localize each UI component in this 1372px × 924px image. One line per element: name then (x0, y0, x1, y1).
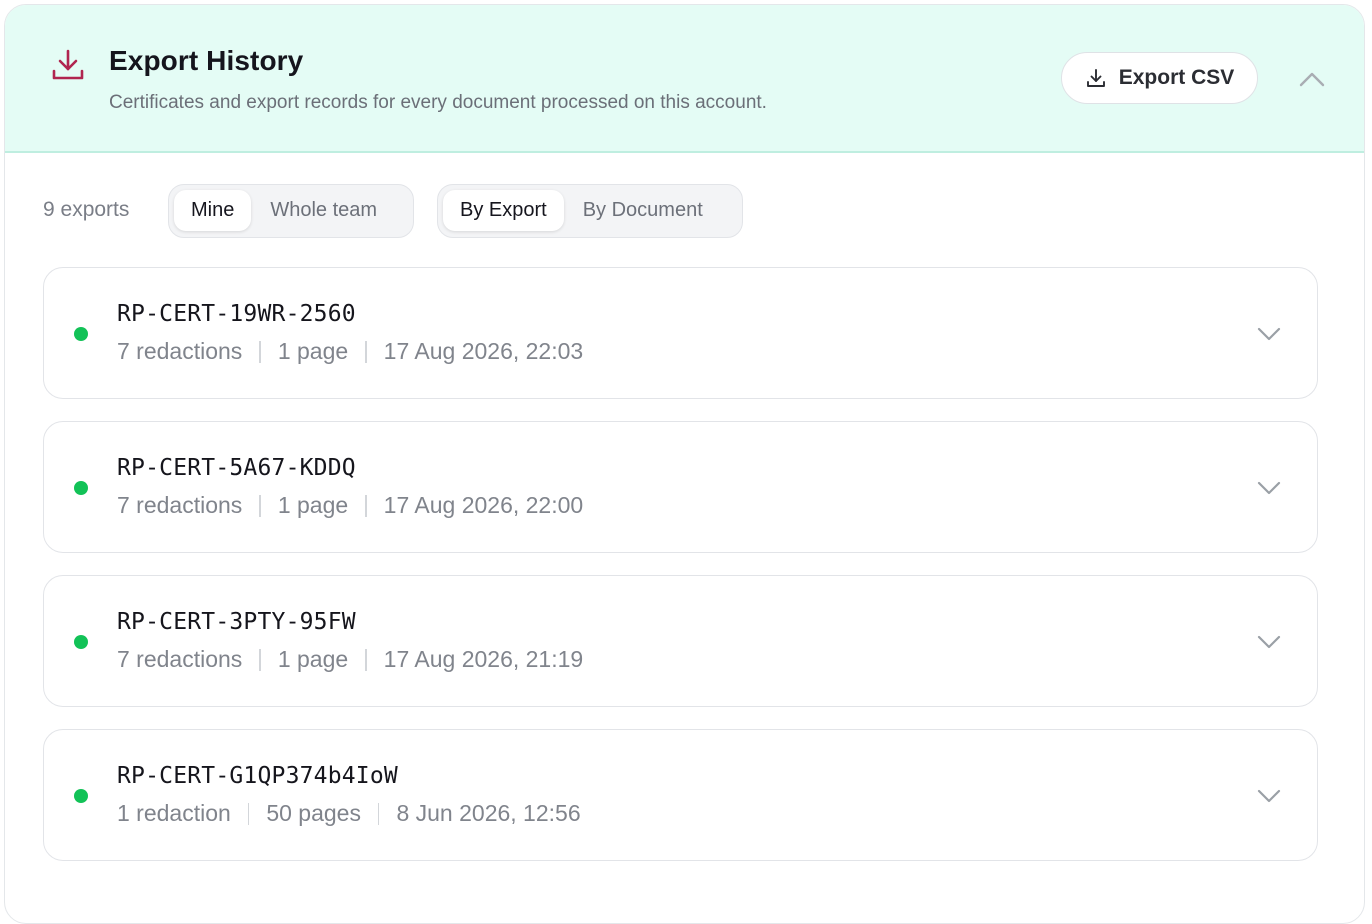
status-dot (74, 327, 88, 341)
download-icon (52, 49, 84, 80)
page-count: 1 page (277, 338, 349, 364)
page-title: Export History (109, 45, 304, 76)
export-count: 9 exports (43, 198, 130, 221)
view-filter: By Export By Document (437, 184, 743, 238)
export-timestamp: 17 Aug 2026, 22:03 (383, 338, 584, 364)
page-count: 1 page (277, 646, 349, 672)
export-row[interactable]: RP-CERT-3PTY-95FW 7 redactions 1 page 17… (43, 575, 1318, 707)
owner-filter-whole-team[interactable]: Whole team (253, 190, 394, 231)
status-dot (74, 481, 88, 495)
chevron-down-icon[interactable] (1256, 321, 1282, 347)
download-icon (1086, 69, 1105, 87)
export-csv-label: Export CSV (1118, 66, 1235, 89)
export-meta: 7 redactions 1 page 17 Aug 2026, 22:00 (117, 492, 583, 519)
export-row[interactable]: RP-CERT-G1QP374b4IoW 1 redaction 50 page… (43, 729, 1318, 861)
panel-header: Export History Certificates and export r… (5, 5, 1364, 153)
redaction-count: 1 redaction (117, 800, 231, 826)
export-list: RP-CERT-19WR-2560 7 redactions 1 page 17… (43, 267, 1318, 883)
certificate-id: RP-CERT-G1QP374b4IoW (117, 763, 398, 789)
view-filter-by-export[interactable]: By Export (443, 190, 564, 231)
export-meta: 1 redaction 50 pages 8 Jun 2026, 12:56 (117, 800, 581, 827)
meta-divider (247, 802, 250, 825)
chevron-down-icon[interactable] (1256, 475, 1282, 501)
export-meta: 7 redactions 1 page 17 Aug 2026, 21:19 (117, 646, 583, 673)
chevron-down-icon[interactable] (1256, 629, 1282, 655)
collapse-button[interactable] (1295, 63, 1329, 97)
certificate-id: RP-CERT-5A67-KDDQ (117, 455, 356, 481)
certificate-id: RP-CERT-3PTY-95FW (117, 609, 356, 635)
redaction-count: 7 redactions (117, 646, 243, 672)
meta-divider (377, 802, 380, 825)
meta-divider (259, 340, 261, 363)
page-count: 1 page (277, 492, 349, 518)
meta-divider (365, 340, 367, 363)
export-timestamp: 17 Aug 2026, 22:00 (383, 492, 584, 518)
status-dot (74, 635, 88, 649)
export-row[interactable]: RP-CERT-5A67-KDDQ 7 redactions 1 page 17… (43, 421, 1318, 553)
export-meta: 7 redactions 1 page 17 Aug 2026, 22:03 (117, 338, 583, 365)
chevron-down-icon[interactable] (1256, 783, 1282, 809)
export-timestamp: 8 Jun 2026, 12:56 (396, 800, 581, 826)
redaction-count: 7 redactions (117, 338, 243, 364)
page-count: 50 pages (266, 800, 361, 826)
view-filter-by-document[interactable]: By Document (566, 190, 720, 231)
export-csv-button[interactable]: Export CSV (1061, 52, 1258, 104)
export-row[interactable]: RP-CERT-19WR-2560 7 redactions 1 page 17… (43, 267, 1318, 399)
meta-divider (365, 494, 367, 517)
export-timestamp: 17 Aug 2026, 21:19 (383, 646, 584, 672)
meta-divider (259, 648, 261, 671)
meta-divider (259, 494, 261, 517)
owner-filter: Mine Whole team (168, 184, 414, 238)
filter-toolbar: 9 exports Mine Whole team By Export By D… (0, 184, 1372, 240)
status-dot (74, 789, 88, 803)
redaction-count: 7 redactions (117, 492, 243, 518)
meta-divider (365, 648, 367, 671)
certificate-id: RP-CERT-19WR-2560 (117, 301, 356, 327)
page-subtitle: Certificates and export records for ever… (109, 92, 767, 113)
chevron-up-icon (1299, 72, 1325, 87)
owner-filter-mine[interactable]: Mine (174, 190, 252, 231)
